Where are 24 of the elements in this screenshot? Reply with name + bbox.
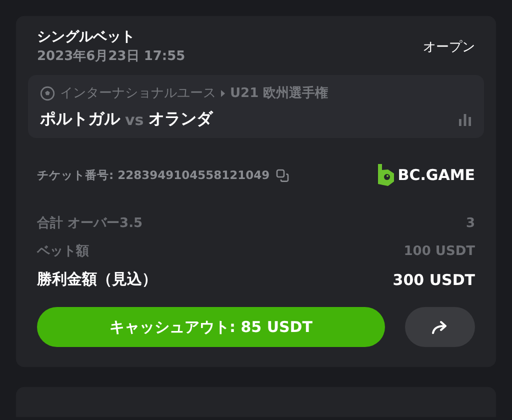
summary-label: 合計 オーバー3.5	[37, 214, 143, 232]
brand-name: BC.GAME	[398, 166, 475, 184]
share-button[interactable]	[405, 307, 475, 347]
bet-status: オープン	[423, 38, 475, 56]
soccer-ball-icon	[40, 86, 55, 100]
bet-date: 2023年6月23日 17:55	[37, 48, 186, 65]
tournament-name[interactable]: U21 欧州選手権	[230, 84, 328, 102]
summary-label: 勝利金額（見込）	[37, 270, 157, 289]
ticket-number: チケット番号: 2283949104558121049	[37, 168, 270, 182]
brand-logo-icon	[376, 164, 395, 186]
copy-icon[interactable]	[276, 168, 289, 182]
summary-value: 3	[466, 216, 475, 230]
chevron-right-icon	[221, 90, 225, 96]
home-team: ポルトガル	[40, 109, 120, 130]
summary-value: 100 USDT	[404, 244, 475, 258]
league-name[interactable]: インターナショナルユース	[60, 84, 216, 102]
versus-label: vs	[125, 110, 144, 128]
share-arrow-icon	[431, 320, 449, 334]
summary-value: 300 USDT	[392, 270, 475, 288]
bar-chart-icon[interactable]	[458, 113, 472, 126]
summary-label: ベット額	[37, 242, 89, 260]
away-team: オランダ	[148, 109, 213, 130]
bet-type: シングルベット	[37, 28, 136, 46]
cashout-button[interactable]: キャッシュアウト: 85 USDT	[37, 307, 385, 347]
